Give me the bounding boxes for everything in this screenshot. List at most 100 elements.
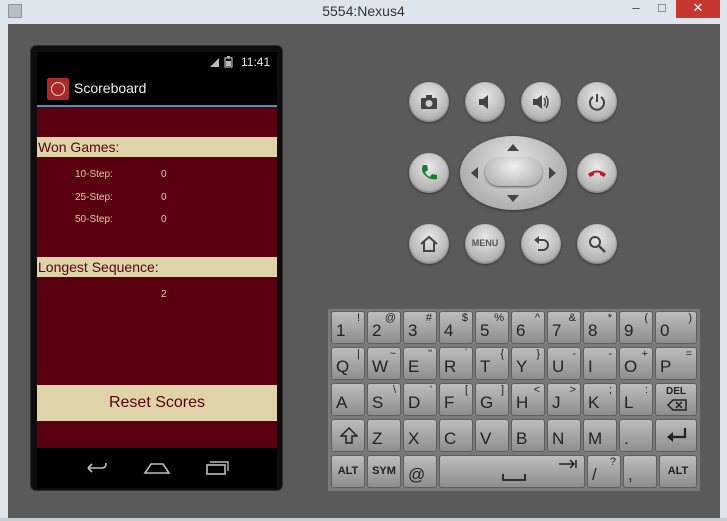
key-secondary: + [641,348,648,360]
key-q[interactable]: Q | [331,347,365,380]
key-c[interactable]: C [439,419,473,452]
volume-up-button[interactable] [521,82,561,122]
key-primary: 5 [480,321,490,340]
key-period[interactable]: . [619,419,653,452]
key-i[interactable]: I- [583,347,617,380]
key-alt-right[interactable]: ALT [659,455,697,488]
key-l[interactable]: L: [619,383,653,416]
key-4[interactable]: 4 $ [439,311,473,344]
key-g[interactable]: G] [475,383,509,416]
key-shift[interactable] [331,419,365,452]
camera-button[interactable] [409,82,449,122]
key-r[interactable]: R ` [439,347,473,380]
key-secondary: " [428,348,432,360]
key-n[interactable]: N [547,419,581,452]
won-games-header: Won Games: [37,137,277,157]
key-5[interactable]: 5% [475,311,509,344]
key-9[interactable]: 9( [619,311,653,344]
key-secondary: * [607,312,612,324]
key-1[interactable]: 1! [331,311,365,344]
call-button[interactable] [409,153,449,193]
minimize-button[interactable]: – [622,0,650,18]
clock: 11:41 [241,55,271,69]
key-sym[interactable]: SYM [367,455,401,488]
key-secondary: ? [609,456,616,468]
key-e[interactable]: E " [403,347,437,380]
key-secondary: = [685,348,692,360]
key-3[interactable]: 3 # [403,311,437,344]
end-call-button[interactable] [577,153,617,193]
key-secondary: ( [644,312,648,324]
key-o[interactable]: O + [619,347,653,380]
key-2[interactable]: 2 @ [367,311,401,344]
key-primary: R [444,357,457,376]
key-del[interactable]: DEL [655,383,697,416]
key-a[interactable]: A [331,383,365,416]
key-k[interactable]: K; [583,383,617,416]
search-button[interactable] [577,224,617,264]
key-s[interactable]: S \ [367,383,401,416]
key-p[interactable]: P = [655,347,697,380]
key-j[interactable]: J > [547,383,581,416]
key-x[interactable]: X [403,419,437,452]
power-button[interactable] [577,82,617,122]
key-u[interactable]: U- [547,347,581,380]
key-alt-left[interactable]: ALT [331,455,365,488]
dpad-left-icon[interactable] [471,167,478,179]
home-button[interactable] [409,224,449,264]
dpad-center-button[interactable] [485,158,542,186]
key-secondary: | [357,348,360,360]
longest-sequence-label: Longest Sequence: [38,259,159,275]
key-secondary: } [536,348,540,360]
home-icon[interactable] [143,460,171,476]
key-6[interactable]: 6 ^ [511,311,545,344]
key-primary: J [552,393,561,412]
key-0[interactable]: 0) [655,311,697,344]
volume-down-button[interactable] [465,82,505,122]
key-z[interactable]: Z [367,419,401,452]
status-icons [209,56,237,71]
key-primary: 0 [660,321,670,340]
key-primary: / [592,465,597,484]
key-primary: 8 [588,321,598,340]
back-icon[interactable] [82,460,108,476]
key-at[interactable]: @ [403,455,437,488]
key-7[interactable]: 7 & [547,311,581,344]
scoreboard-content: Won Games: 10-Step: 0 25-Step: 0 50-Step… [37,107,277,448]
key-v[interactable]: V [475,419,509,452]
key-secondary: # [425,312,432,324]
key-y[interactable]: Y} [511,347,545,380]
key-space[interactable] [439,455,585,488]
key-b[interactable]: B [511,419,545,452]
key-8[interactable]: 8 * [583,311,617,344]
reset-scores-button[interactable]: Reset Scores [37,385,277,421]
dpad-right-icon[interactable] [549,167,556,179]
recent-apps-icon[interactable] [204,460,230,476]
menu-button[interactable]: MENU [465,224,505,264]
key-secondary: % [494,312,504,324]
window-title: 5554:Nexus4 [322,3,405,19]
alt-label: ALT [337,465,359,477]
key-secondary: @ [384,312,396,324]
key-primary: 1 [336,321,346,340]
key-primary: C [444,429,457,448]
key-t[interactable]: T{ [475,347,509,380]
key-enter[interactable] [655,419,697,452]
key-d[interactable]: D ' [403,383,437,416]
maximize-button[interactable]: □ [648,0,676,18]
key-slash[interactable]: /? [587,455,621,488]
key-secondary: & [568,312,576,324]
dpad-down-icon[interactable] [507,195,519,202]
back-button[interactable] [521,224,561,264]
longest-sequence-value: 2 [161,289,167,300]
dpad-up-icon[interactable] [507,144,519,151]
close-button[interactable]: ✕ [676,0,720,18]
key-m[interactable]: M [583,419,617,452]
key-w[interactable]: W ~ [367,347,401,380]
key-f[interactable]: F[ [439,383,473,416]
key-h[interactable]: H < [511,383,545,416]
key-comma[interactable]: , [623,455,657,488]
won-games-label: Won Games: [38,139,120,155]
dpad[interactable] [460,136,567,210]
home-icon [420,235,438,252]
